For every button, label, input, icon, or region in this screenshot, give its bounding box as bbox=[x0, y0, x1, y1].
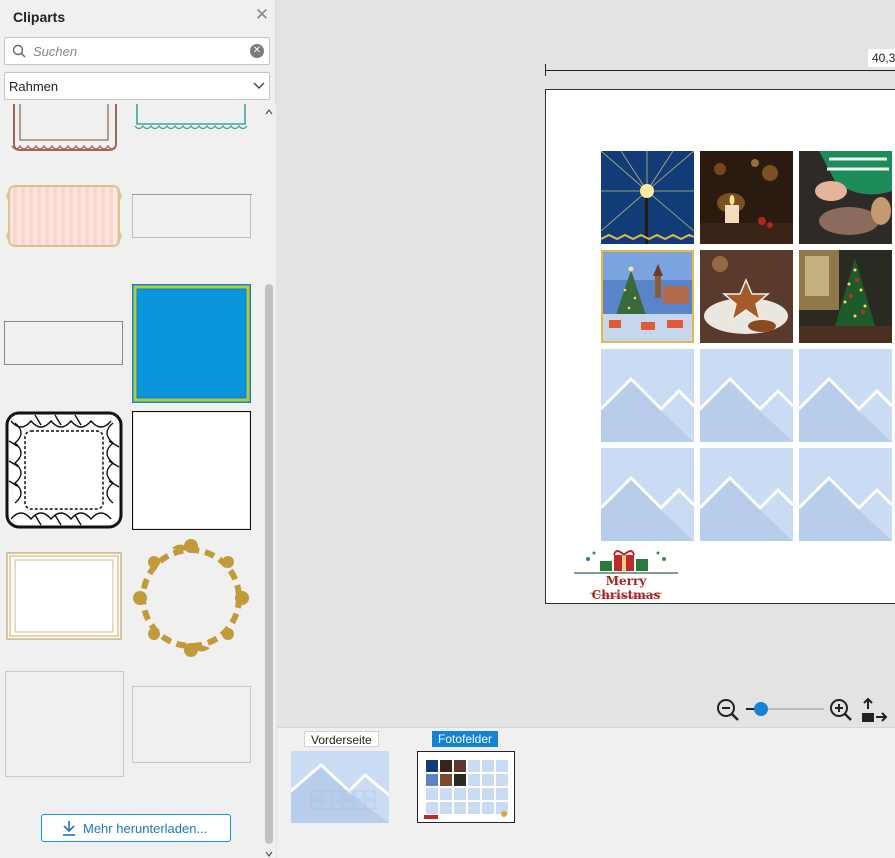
photo-placeholder[interactable] bbox=[799, 349, 892, 442]
zoom-slider-thumb[interactable] bbox=[754, 702, 768, 716]
download-more-label: Mehr herunterladen... bbox=[83, 821, 208, 836]
search-input[interactable] bbox=[33, 41, 243, 61]
scroll-up-icon[interactable] bbox=[265, 108, 273, 116]
clipart-plain-frame[interactable] bbox=[4, 321, 124, 366]
page-tab-front[interactable]: Vorderseite bbox=[304, 731, 379, 747]
clipart-scalloped-frame[interactable] bbox=[8, 104, 120, 154]
photo-placeholder[interactable] bbox=[799, 448, 892, 541]
clipart-light-frame[interactable] bbox=[5, 671, 124, 777]
clipart-zentangle-frame[interactable] bbox=[5, 411, 123, 529]
panel-title: Cliparts bbox=[13, 9, 66, 25]
download-icon bbox=[63, 821, 75, 836]
photo-cell-cookies[interactable] bbox=[700, 250, 793, 343]
scrollbar[interactable] bbox=[262, 104, 276, 858]
zoom-out-icon[interactable] bbox=[716, 698, 740, 722]
photo-cell-baking[interactable] bbox=[799, 151, 892, 244]
search-icon bbox=[12, 44, 26, 58]
clipart-teal-scalloped-frame[interactable] bbox=[133, 104, 251, 130]
search-box[interactable]: ✕ bbox=[4, 37, 270, 65]
photo-placeholder[interactable] bbox=[601, 448, 694, 541]
page-thumbnail-photo-fields[interactable] bbox=[417, 751, 515, 823]
photo-placeholder[interactable] bbox=[700, 349, 793, 442]
close-icon[interactable]: ✕ bbox=[254, 6, 270, 23]
category-value: Rahmen bbox=[9, 79, 59, 94]
ruler bbox=[545, 70, 895, 71]
photo-placeholder[interactable] bbox=[601, 349, 694, 442]
photo-cell-winter-market[interactable] bbox=[601, 250, 694, 343]
clear-search-icon[interactable]: ✕ bbox=[250, 44, 264, 58]
clipart-black-frame[interactable] bbox=[132, 411, 251, 530]
merry-christmas-text: Merry Christmas bbox=[591, 574, 661, 602]
download-more-button[interactable]: Mehr herunterladen... bbox=[41, 814, 231, 842]
clipart-thin-frame[interactable] bbox=[132, 194, 252, 239]
clipart-grid bbox=[0, 104, 262, 804]
photo-cell-candle[interactable] bbox=[700, 151, 793, 244]
merry-christmas-clipart[interactable]: Merry Christmas bbox=[570, 549, 682, 602]
page-thumbnail-front[interactable] bbox=[291, 751, 389, 823]
cliparts-panel: Cliparts ✕ ✕ Rahmen bbox=[0, 0, 276, 858]
clipart-striped-frame[interactable] bbox=[5, 182, 123, 250]
clipart-blue-frame-selected[interactable] bbox=[132, 284, 251, 403]
page-tab-photo-fields[interactable]: Fotofelder bbox=[432, 731, 499, 747]
clipart-light-frame-2[interactable] bbox=[132, 686, 251, 763]
photo-cell-star-light[interactable] bbox=[601, 151, 694, 244]
chevron-down-icon bbox=[253, 82, 265, 89]
scroll-thumb[interactable] bbox=[265, 284, 273, 844]
zoom-in-icon[interactable] bbox=[829, 698, 853, 722]
clipart-ornament-wreath[interactable] bbox=[132, 538, 251, 659]
photo-cell-christmas-tree[interactable] bbox=[799, 250, 892, 343]
clipart-sketch-frame[interactable] bbox=[5, 551, 123, 641]
scroll-down-icon[interactable] bbox=[265, 850, 273, 858]
category-dropdown[interactable]: Rahmen bbox=[4, 72, 270, 100]
export-page-icon[interactable] bbox=[860, 697, 888, 723]
photo-placeholder[interactable] bbox=[700, 448, 793, 541]
ruler-measurement: 40,3 bbox=[868, 49, 895, 67]
